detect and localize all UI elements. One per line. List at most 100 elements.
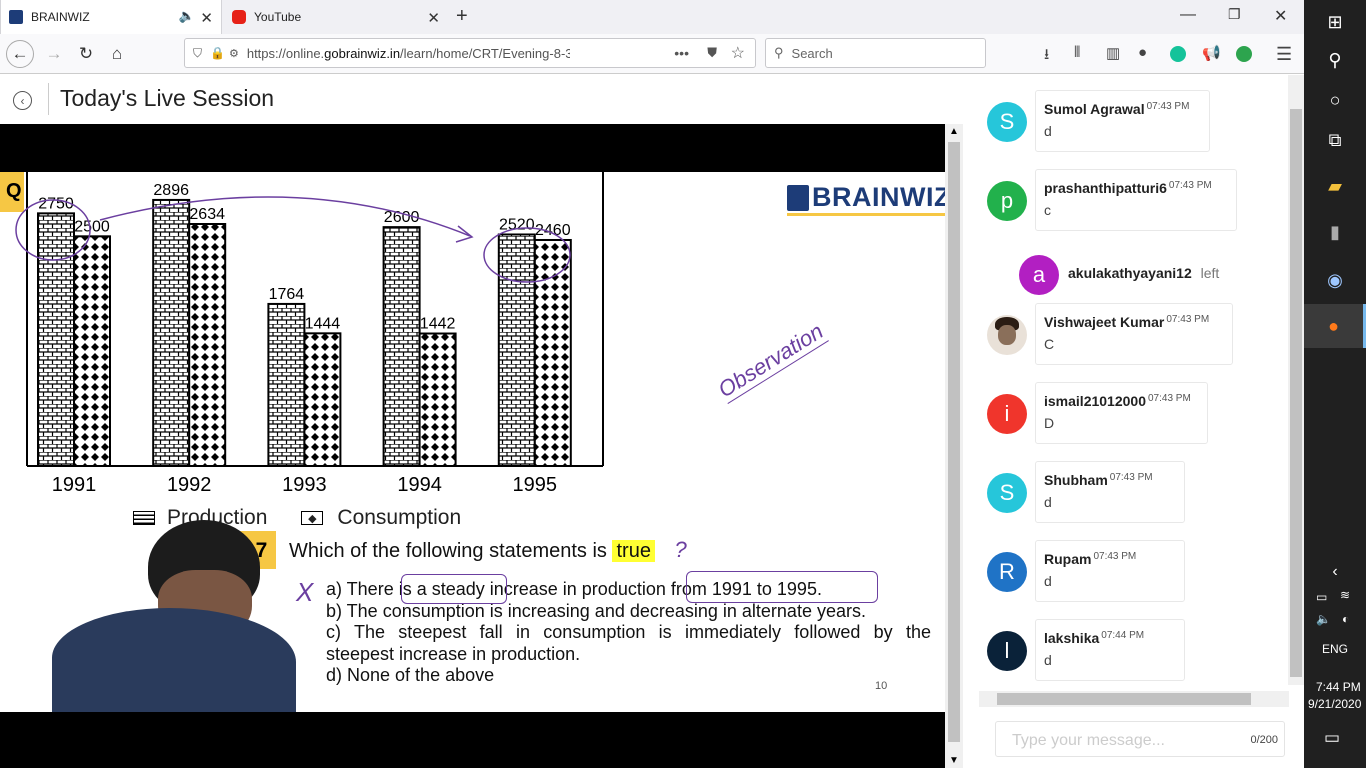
notifications-icon[interactable]: ▭	[1324, 728, 1340, 748]
close-tab-icon[interactable]: ✕	[200, 9, 213, 27]
chat-input-placeholder: Type your message...	[1012, 732, 1165, 749]
new-tab-button[interactable]: +	[456, 5, 468, 28]
clock-time[interactable]: 7:44 PM	[1316, 680, 1361, 694]
back-circle-icon[interactable]: ‹	[13, 91, 32, 110]
user-name: akulakathyayani12	[1068, 265, 1192, 281]
option-a-circle-2	[686, 571, 878, 603]
message-bubble: lakshika 07:44 PM d	[1035, 619, 1185, 681]
bookmark-star-icon[interactable]: ☆	[731, 43, 745, 63]
message-time: 07:44 PM	[1101, 630, 1145, 641]
user-name: prashanthipatturi6	[1044, 180, 1167, 196]
chat-hscrollbar[interactable]	[979, 691, 1289, 707]
option-c: c) The steepest fall in consumption is i…	[326, 622, 931, 642]
language-indicator[interactable]: ENG	[1322, 642, 1348, 656]
user-name: Shubham	[1044, 472, 1108, 488]
back-button[interactable]: ←	[6, 40, 34, 68]
security-icon[interactable]: ◐	[1342, 612, 1349, 626]
chat-scroll-thumb[interactable]	[1290, 109, 1302, 677]
reload-button[interactable]: ↻	[72, 40, 100, 68]
taskbar-search-icon[interactable]: ⚲	[1304, 38, 1366, 82]
url-prefix: https://online.	[246, 45, 325, 61]
close-window-button[interactable]: ✕	[1274, 6, 1287, 26]
battery-icon[interactable]: ▭	[1316, 590, 1327, 604]
scroll-down-icon[interactable]: ▼	[945, 755, 963, 766]
usb-drive-icon[interactable]: ▮	[1304, 210, 1366, 254]
message-time: 07:43 PM	[1109, 472, 1153, 483]
video-scrollbar[interactable]: ▲ ▼	[945, 124, 963, 768]
account-icon[interactable]: ●	[1138, 44, 1147, 61]
chat-hscroll-thumb[interactable]	[997, 693, 1251, 705]
message-bubble: Rupam 07:43 PM d	[1035, 540, 1185, 602]
message-time: 07:43 PM	[1147, 393, 1191, 404]
url-bar[interactable]: ⛉ 🔒 ⚙ https://online. gobrainwiz.in/learn…	[184, 38, 756, 68]
camera-app-icon[interactable]: ◉	[1304, 258, 1366, 302]
restore-button[interactable]: ❐	[1228, 6, 1241, 23]
user-avatar: R	[987, 552, 1027, 592]
volume-icon[interactable]: 🔈	[1316, 612, 1331, 626]
shield-icon[interactable]: ⛉	[193, 46, 202, 61]
show-hidden-icons-icon[interactable]: ‹	[1304, 550, 1366, 594]
message-bubble: ismail21012000 07:43 PM D	[1035, 382, 1208, 444]
megaphone-icon[interactable]: 📢	[1202, 44, 1221, 62]
data-label: 2896	[153, 182, 189, 199]
chat-input[interactable]: Type your message... 0/200	[995, 721, 1285, 757]
user-name: Rupam	[1044, 551, 1092, 567]
x-tick-label: 1992	[167, 474, 212, 496]
clock-date[interactable]: 9/21/2020	[1308, 697, 1361, 711]
option-a-circle-1	[401, 574, 507, 604]
firefox-icon[interactable]: ●	[1304, 304, 1366, 348]
user-avatar: i	[987, 394, 1027, 434]
avatar-letter: l	[1004, 638, 1010, 663]
message-text: d	[1044, 123, 1052, 139]
scroll-thumb[interactable]	[948, 142, 960, 742]
avatar-letter: p	[1000, 188, 1014, 213]
page-content: ‹ Today's Live Session Q BRAINWIZ 2750 2…	[0, 75, 1304, 768]
tab-youtube[interactable]: YouTube ✕	[224, 0, 448, 34]
menu-icon[interactable]: ☰	[1276, 44, 1292, 65]
data-label: 1442	[420, 316, 456, 333]
legend-consumption: Consumption	[337, 506, 462, 529]
photo-face	[998, 325, 1016, 345]
grammarly-icon[interactable]	[1170, 46, 1186, 62]
scroll-up-icon[interactable]: ▲	[945, 126, 963, 137]
speaker-icon[interactable]: 🔈	[179, 8, 195, 24]
bar-production-1993	[267, 302, 306, 467]
video-player[interactable]: Q BRAINWIZ 2750 2500 2896 2634 1764 1444…	[0, 124, 945, 768]
bar-chart: 275025002896263417641444260014422520 2460…	[15, 172, 604, 496]
forward-button[interactable]: →	[40, 40, 68, 68]
data-label: 2634	[189, 206, 225, 223]
message-text: d	[1044, 494, 1052, 510]
bar-consumption-1992	[188, 223, 227, 467]
minimize-button[interactable]: —	[1180, 6, 1196, 24]
library-icon[interactable]: ⫴	[1074, 44, 1080, 61]
sidebar-icon[interactable]: ▥	[1106, 44, 1120, 62]
search-box[interactable]: ⚲ Search	[765, 38, 986, 68]
cortana-icon[interactable]: ○	[1304, 78, 1366, 122]
permissions-icon[interactable]: ⚙	[229, 47, 239, 60]
user-avatar: p	[987, 181, 1027, 221]
message-time: 07:43 PM	[1168, 180, 1212, 191]
task-view-icon[interactable]: ⧉	[1304, 118, 1366, 162]
avatar-letter: a	[1032, 262, 1046, 287]
lesson-slide: Q BRAINWIZ 2750 2500 2896 2634 1764 1444…	[0, 172, 945, 712]
page-actions-icon[interactable]: •••	[674, 45, 689, 61]
network-icon[interactable]: ≋	[1340, 588, 1350, 602]
avatar-letter: S	[999, 480, 1015, 505]
tab-brainwiz[interactable]: BRAINWIZ 🔈 ✕	[0, 0, 222, 34]
file-explorer-icon[interactable]: ▰	[1304, 164, 1366, 208]
bar-production-1995	[497, 233, 536, 467]
home-button[interactable]: ⌂	[103, 40, 131, 68]
extension-badge-icon[interactable]	[1236, 46, 1252, 62]
x-tick-label: 1995	[513, 474, 558, 496]
bar-consumption-1994	[418, 332, 457, 467]
data-label: 1764	[269, 286, 305, 303]
message-text: c	[1044, 202, 1051, 218]
downloads-icon[interactable]: ⭳	[1044, 44, 1049, 69]
pocket-icon[interactable]: ⛊	[707, 45, 717, 61]
message-bubble: Sumol Agrawal 07:43 PM d	[1035, 90, 1210, 152]
navigation-toolbar: ← → ↻ ⌂ ⛉ 🔒 ⚙ https://online. gobrainwiz.…	[0, 34, 1304, 74]
lock-icon[interactable]: 🔒	[210, 46, 225, 60]
chat-message: S Shubham 07:43 PM d	[979, 461, 1289, 525]
chat-scrollbar[interactable]	[1288, 75, 1304, 685]
close-tab-icon[interactable]: ✕	[427, 9, 440, 27]
